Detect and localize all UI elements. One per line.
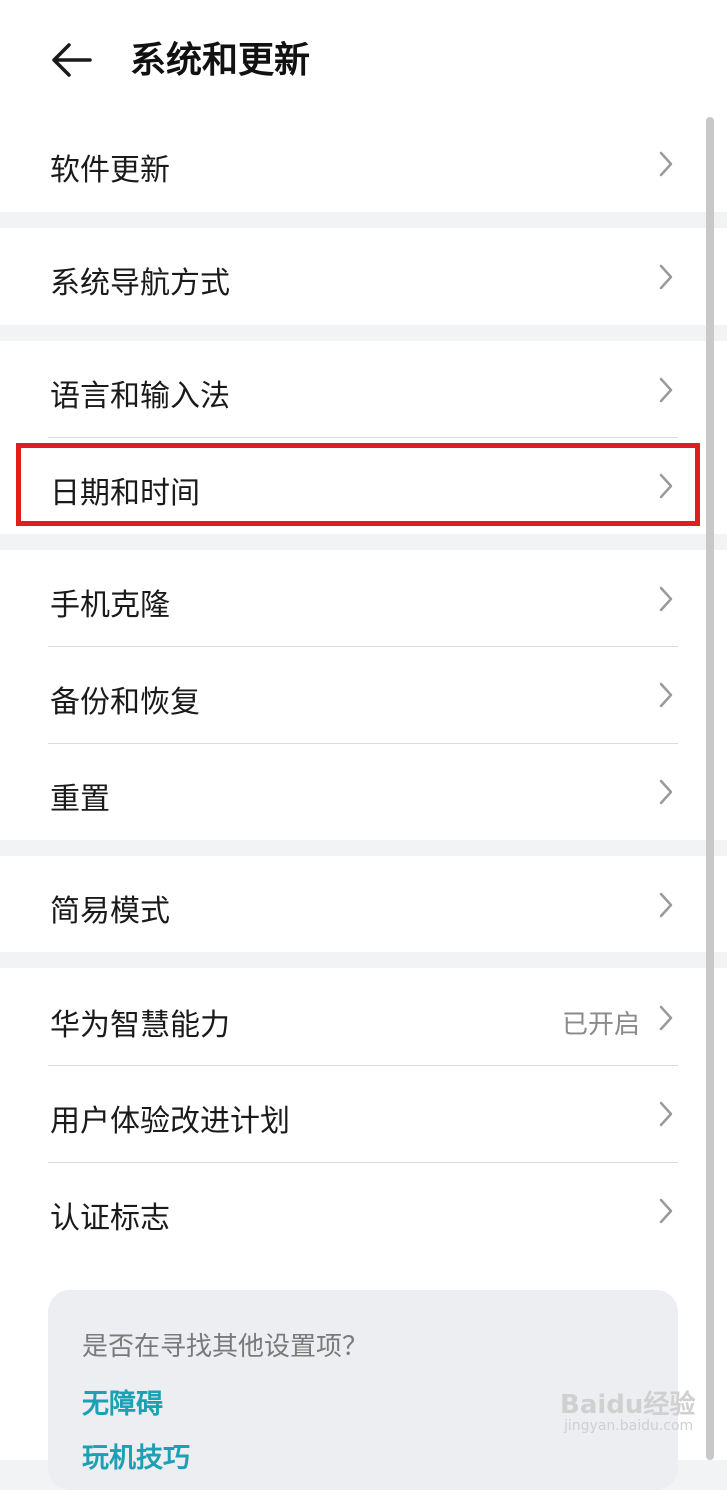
settings-group-navigation: 系统导航方式 [0,228,727,325]
chevron-right-icon [659,377,673,403]
item-label: 重置 [50,782,110,817]
settings-item-date-time[interactable]: 日期和时间 [0,438,727,534]
settings-item-user-experience[interactable]: 用户体验改进计划 [0,1066,727,1162]
status-text: 已开启 [562,1010,641,1040]
settings-item-simple-mode[interactable]: 简易模式 [0,856,727,952]
item-label: 简易模式 [50,894,170,929]
chevron-right-icon [659,264,673,290]
chevron-right-icon [659,586,673,612]
item-label: 软件更新 [50,153,170,188]
item-label: 手机克隆 [50,588,170,623]
settings-item-phone-clone[interactable]: 手机克隆 [0,550,727,646]
item-label: 语言和输入法 [50,379,230,414]
chevron-right-icon [659,151,673,177]
back-button[interactable] [50,40,94,80]
item-label: 系统导航方式 [50,266,230,301]
settings-group-language-time: 语言和输入法 日期和时间 [0,341,727,534]
settings-item-system-navigation[interactable]: 系统导航方式 [0,228,727,325]
settings-item-certification[interactable]: 认证标志 [0,1163,727,1259]
chevron-right-icon [659,1198,673,1224]
settings-item-software-update[interactable]: 软件更新 [0,115,727,212]
item-label: 日期和时间 [50,476,200,511]
chevron-right-icon [659,1005,673,1031]
item-label: 用户体验改进计划 [50,1104,290,1139]
item-label: 认证标志 [50,1201,170,1236]
suggestion-link-accessibility[interactable]: 无障碍 [82,1382,163,1421]
chevron-right-icon [659,473,673,499]
chevron-right-icon [659,779,673,805]
scrollbar[interactable] [706,117,714,1460]
back-arrow-icon [52,43,92,77]
page-title: 系统和更新 [130,40,311,81]
chevron-right-icon [659,1101,673,1127]
suggestion-title: 是否在寻找其他设置项？ [82,1332,369,1362]
settings-item-language-input[interactable]: 语言和输入法 [0,341,727,437]
suggestion-link-tips[interactable]: 玩机技巧 [82,1436,190,1475]
settings-group-simple-mode: 简易模式 [0,856,727,952]
settings-group-backup: 手机克隆 备份和恢复 重置 [0,550,727,840]
settings-item-huawei-ai[interactable]: 华为智慧能力 已开启 [0,968,727,1065]
chevron-right-icon [659,892,673,918]
chevron-right-icon [659,682,673,708]
settings-group-software: 软件更新 [0,115,727,212]
item-label: 华为智慧能力 [50,1008,230,1043]
settings-item-backup-restore[interactable]: 备份和恢复 [0,647,727,743]
watermark-url: jingyan.baidu.com [564,1418,694,1434]
settings-item-reset[interactable]: 重置 [0,744,727,840]
item-label: 备份和恢复 [50,685,200,720]
app-header: 系统和更新 [0,0,727,115]
watermark-text: Baidu经验 [560,1390,696,1420]
watermark-logo: Baidu经验 jingyan.baidu.com [556,1384,696,1444]
